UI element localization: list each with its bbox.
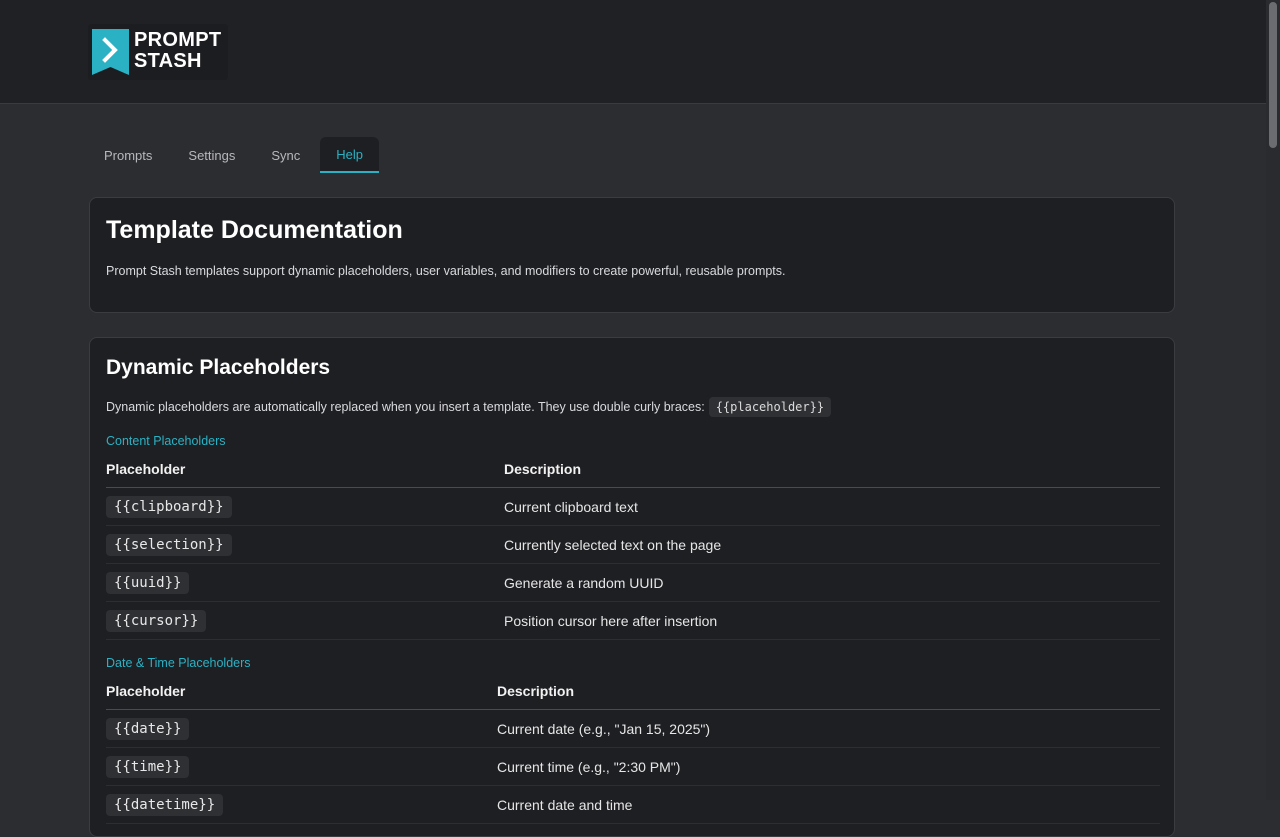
table-row: {{date}} Current date (e.g., "Jan 15, 20…	[106, 709, 1160, 748]
placeholder-code: {{datetime}}	[106, 794, 224, 816]
tab-settings[interactable]: Settings	[172, 137, 251, 173]
datetime-placeholders-table: Placeholder Description {{date}} Current…	[106, 673, 1160, 824]
tab-help[interactable]: Help	[320, 137, 380, 173]
column-header-description: Description	[497, 673, 1160, 710]
table-row: {{selection}} Currently selected text on…	[106, 525, 1160, 564]
section-description: Dynamic placeholders are automatically r…	[106, 397, 832, 417]
scrollbar-thumb[interactable]	[1269, 2, 1277, 148]
placeholder-description: Generate a random UUID	[504, 563, 1160, 602]
placeholder-code: {{selection}}	[106, 534, 232, 556]
logo-line-1: PROMPT	[134, 29, 222, 51]
main-tabs: Prompts Settings Sync Help	[88, 137, 383, 173]
placeholder-code: {{date}}	[106, 718, 190, 740]
column-header-placeholder: Placeholder	[106, 673, 497, 710]
logo-wordmark: PROMPT STASH	[134, 30, 221, 72]
placeholder-code: {{clipboard}}	[106, 496, 232, 518]
placeholder-description: Current time (e.g., "2:30 PM")	[497, 747, 1160, 786]
content-placeholders-table: Placeholder Description {{clipboard}} Cu…	[106, 451, 1160, 640]
content-placeholders-heading: Content Placeholders	[106, 434, 226, 448]
placeholder-example-code: {{placeholder}}	[708, 397, 832, 417]
table-row: {{time}} Current time (e.g., "2:30 PM")	[106, 747, 1160, 786]
logo-line-2: STASH	[134, 50, 202, 72]
placeholder-code: {{uuid}}	[106, 572, 190, 594]
placeholder-description: Current date and time	[497, 785, 1160, 824]
placeholder-description: Current clipboard text	[504, 487, 1160, 526]
app-logo[interactable]: PROMPT STASH	[88, 24, 228, 80]
placeholder-description: Position cursor here after insertion	[504, 601, 1160, 640]
app-header: PROMPT STASH	[0, 0, 1266, 104]
tab-sync[interactable]: Sync	[255, 137, 316, 173]
dynamic-placeholders-card: Dynamic Placeholders Dynamic placeholder…	[89, 337, 1175, 837]
datetime-placeholders-heading: Date & Time Placeholders	[106, 656, 251, 670]
table-header-row: Placeholder Description	[106, 451, 1160, 488]
intro-card: Template Documentation Prompt Stash temp…	[89, 197, 1175, 313]
table-row: {{clipboard}} Current clipboard text	[106, 487, 1160, 526]
bookmark-chevron-icon	[92, 29, 129, 75]
table-row: {{uuid}} Generate a random UUID	[106, 563, 1160, 602]
table-row: {{datetime}} Current date and time	[106, 785, 1160, 824]
column-header-placeholder: Placeholder	[106, 451, 504, 488]
placeholder-code: {{time}}	[106, 756, 190, 778]
column-header-description: Description	[504, 451, 1160, 488]
placeholder-description: Current date (e.g., "Jan 15, 2025")	[497, 709, 1160, 748]
table-header-row: Placeholder Description	[106, 673, 1160, 710]
table-row: {{cursor}} Position cursor here after in…	[106, 601, 1160, 640]
section-description-text: Dynamic placeholders are automatically r…	[106, 400, 705, 414]
placeholder-code: {{cursor}}	[106, 610, 207, 632]
page-scrollbar[interactable]	[1266, 0, 1280, 800]
section-title: Dynamic Placeholders	[106, 356, 331, 379]
placeholder-description: Currently selected text on the page	[504, 525, 1160, 564]
intro-description: Prompt Stash templates support dynamic p…	[106, 264, 786, 278]
page-title: Template Documentation	[106, 216, 403, 244]
tab-prompts[interactable]: Prompts	[88, 137, 168, 173]
